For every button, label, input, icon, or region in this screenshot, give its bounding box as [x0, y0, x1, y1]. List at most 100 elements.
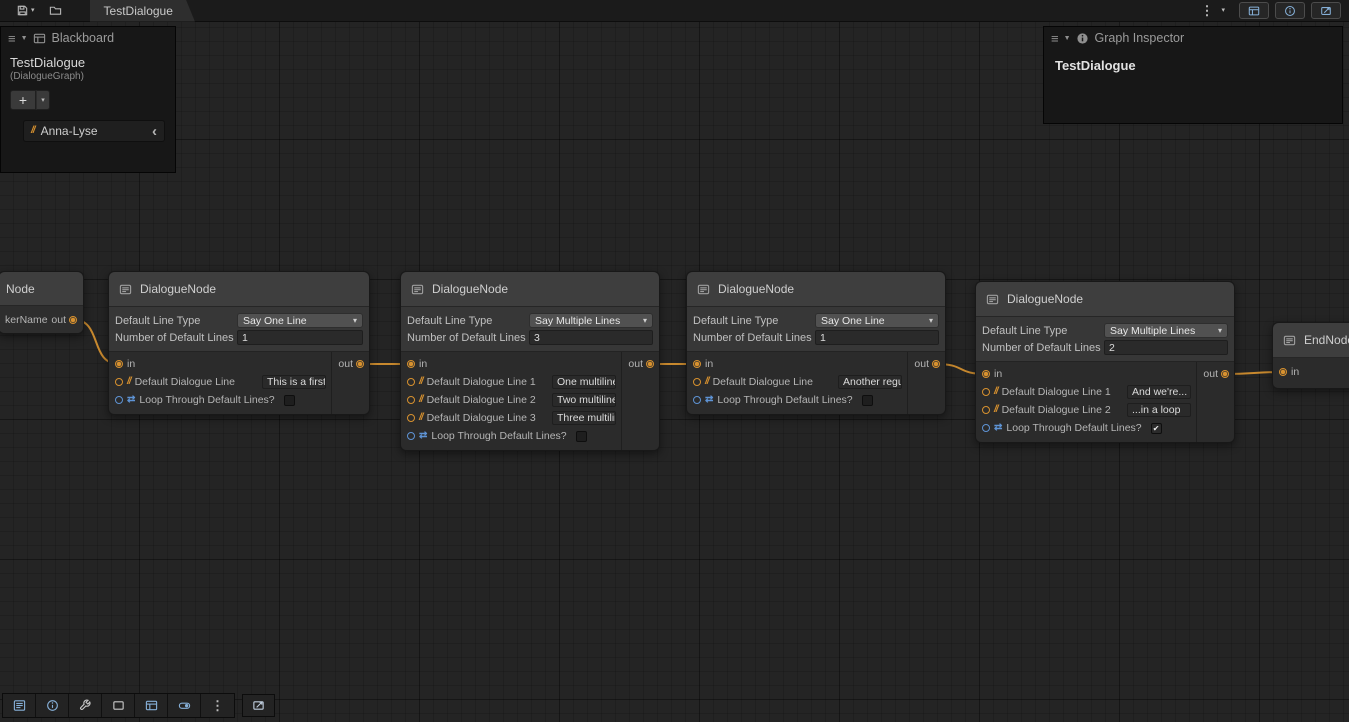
script-panel-toggle-button[interactable]: [1311, 2, 1341, 19]
port-dot[interactable]: [1221, 370, 1229, 378]
port-dot[interactable]: [407, 432, 415, 440]
node-field-row: Number of Default Lines1: [693, 329, 939, 346]
top-toolbar: ▾ TestDialogue ⋮▾: [0, 0, 1349, 22]
field-label: Number of Default Lines: [407, 332, 529, 344]
loop-checkbox[interactable]: ✔: [1151, 423, 1162, 434]
port-dot[interactable]: [693, 378, 701, 386]
dialogue-node[interactable]: DialogueNode Default Line TypeSay One Lin…: [686, 271, 946, 415]
line-type-dropdown[interactable]: Say One Line▾: [237, 313, 363, 328]
blackboard-icon: [33, 32, 46, 45]
port-dot[interactable]: [646, 360, 654, 368]
input-port-row: //Default Dialogue LineThis is a first: [109, 373, 331, 391]
input-port-row: //Default Dialogue Line 2Two multiline: [401, 391, 621, 409]
dialogue-line-input[interactable]: Another regu: [838, 375, 902, 389]
toolbar-right-group: ⋮▾: [1198, 3, 1227, 18]
node-title-bar[interactable]: DialogueNode: [687, 272, 945, 307]
line-type-dropdown[interactable]: Say Multiple Lines ▾: [529, 313, 653, 328]
number-of-lines-input[interactable]: 2: [1104, 340, 1228, 355]
node-title-bar[interactable]: DialogueNode: [976, 282, 1234, 317]
graph-tab-label: TestDialogue: [104, 4, 173, 18]
port-dot[interactable]: [407, 414, 415, 422]
node-title-bar[interactable]: DialogueNode: [401, 272, 659, 307]
port-dot[interactable]: [1279, 368, 1287, 376]
dialogue-line-input[interactable]: One multiline: [552, 375, 616, 389]
port-dot[interactable]: [693, 360, 701, 368]
dialogue-line-input[interactable]: This is a first: [262, 375, 326, 389]
dropdown-caret-icon: ▾: [643, 316, 647, 325]
port-label: Default Dialogue Line 2: [427, 394, 536, 406]
port-dot[interactable]: [693, 396, 701, 404]
dialogue-node[interactable]: DialogueNodeDefault Line TypeSay Multipl…: [975, 281, 1235, 443]
inspector-header[interactable]: ≡▼ Graph Inspector: [1044, 27, 1342, 49]
info-panel-toggle-button[interactable]: [1275, 2, 1305, 19]
blackboard-header[interactable]: ≡▼ Blackboard: [1, 27, 175, 49]
add-property-button[interactable]: +: [10, 90, 36, 110]
dialogue-node[interactable]: DialogueNodeDefault Line TypeSay One Lin…: [108, 271, 370, 415]
port-dot[interactable]: [982, 388, 990, 396]
script-icon: [1320, 5, 1332, 17]
field-collapse-control[interactable]: ‹: [152, 124, 157, 139]
port-dot[interactable]: [115, 360, 123, 368]
info-button[interactable]: [36, 694, 69, 717]
loop-checkbox[interactable]: [284, 395, 295, 406]
toggle-button[interactable]: [168, 694, 201, 717]
input-port-row: in: [401, 355, 621, 373]
port-dot[interactable]: [115, 378, 123, 386]
line-type-dropdown[interactable]: Say One Line▾: [815, 313, 939, 328]
node-title-bar[interactable]: EndNode: [1273, 323, 1349, 358]
graph-tab[interactable]: TestDialogue: [90, 0, 195, 22]
number-of-lines-input[interactable]: 1: [237, 330, 363, 345]
speaker-node-partial[interactable]: NodekerNameout: [0, 271, 84, 334]
frame-icon: [112, 699, 125, 712]
script-button[interactable]: [242, 694, 275, 717]
port-dot[interactable]: [115, 396, 123, 404]
number-of-lines-input[interactable]: 1: [815, 330, 939, 345]
blackboard-title: Blackboard: [52, 31, 115, 45]
input-ports: in//Default Dialogue Line 1One multiline…: [401, 352, 621, 450]
blackboard-field[interactable]: // Anna-Lyse ‹: [23, 120, 165, 142]
dialogue-line-input[interactable]: Two multiline: [552, 393, 616, 407]
dialogue-line-input[interactable]: ...in a loop: [1127, 403, 1191, 417]
add-property-caret-button[interactable]: ▾: [36, 90, 50, 110]
port-dot[interactable]: [932, 360, 940, 368]
more-button[interactable]: ⋮: [1198, 3, 1215, 18]
info-icon: [1284, 5, 1296, 17]
blackboard-button[interactable]: [135, 694, 168, 717]
quote-icon: //: [705, 377, 709, 387]
port-dot[interactable]: [407, 396, 415, 404]
dialogue-node[interactable]: DialogueNodeDefault Line TypeSay Multipl…: [400, 271, 660, 451]
dropdown-value: Say Multiple Lines: [535, 315, 620, 327]
node-title-bar[interactable]: Node: [0, 272, 83, 306]
line-type-dropdown[interactable]: Say Multiple Lines▾: [1104, 323, 1228, 338]
dialogue-line-input[interactable]: Three multilin: [552, 411, 616, 425]
frame-button[interactable]: [102, 694, 135, 717]
more-button[interactable]: ⋮: [201, 694, 234, 717]
port-label: Default Dialogue Line 3: [427, 412, 536, 424]
port-dot[interactable]: [407, 378, 415, 386]
loop-checkbox[interactable]: [862, 395, 873, 406]
graph-inspector-panel[interactable]: ≡▼ Graph Inspector TestDialogue: [1043, 26, 1343, 124]
port-label: in: [1291, 366, 1299, 378]
port-dot[interactable]: [982, 424, 990, 432]
port-dot[interactable]: [982, 406, 990, 414]
port-dot[interactable]: [982, 370, 990, 378]
input-port-row: in: [976, 365, 1196, 383]
toggle-icon: [178, 699, 191, 712]
port-dot[interactable]: [69, 316, 77, 324]
caret-button[interactable]: ▾: [1219, 6, 1227, 15]
save-button[interactable]: ▾: [14, 3, 37, 18]
end-node[interactable]: EndNode in: [1272, 322, 1349, 389]
quote-icon: //: [419, 377, 423, 387]
blackboard-panel-toggle-button[interactable]: [1239, 2, 1269, 19]
panel-list-button[interactable]: [3, 694, 36, 717]
wrench-button[interactable]: [69, 694, 102, 717]
port-dot[interactable]: [407, 360, 415, 368]
node-title-bar[interactable]: DialogueNode: [109, 272, 369, 307]
node-field-row: Default Line TypeSay One Line▾: [693, 312, 939, 329]
folder-button[interactable]: [47, 3, 64, 18]
blackboard-panel[interactable]: ≡▼ Blackboard TestDialogue (DialogueGrap…: [0, 26, 176, 173]
dialogue-line-input[interactable]: And we're...: [1127, 385, 1191, 399]
number-of-lines-input[interactable]: 3: [529, 330, 653, 345]
loop-checkbox[interactable]: [576, 431, 587, 442]
port-dot[interactable]: [356, 360, 364, 368]
